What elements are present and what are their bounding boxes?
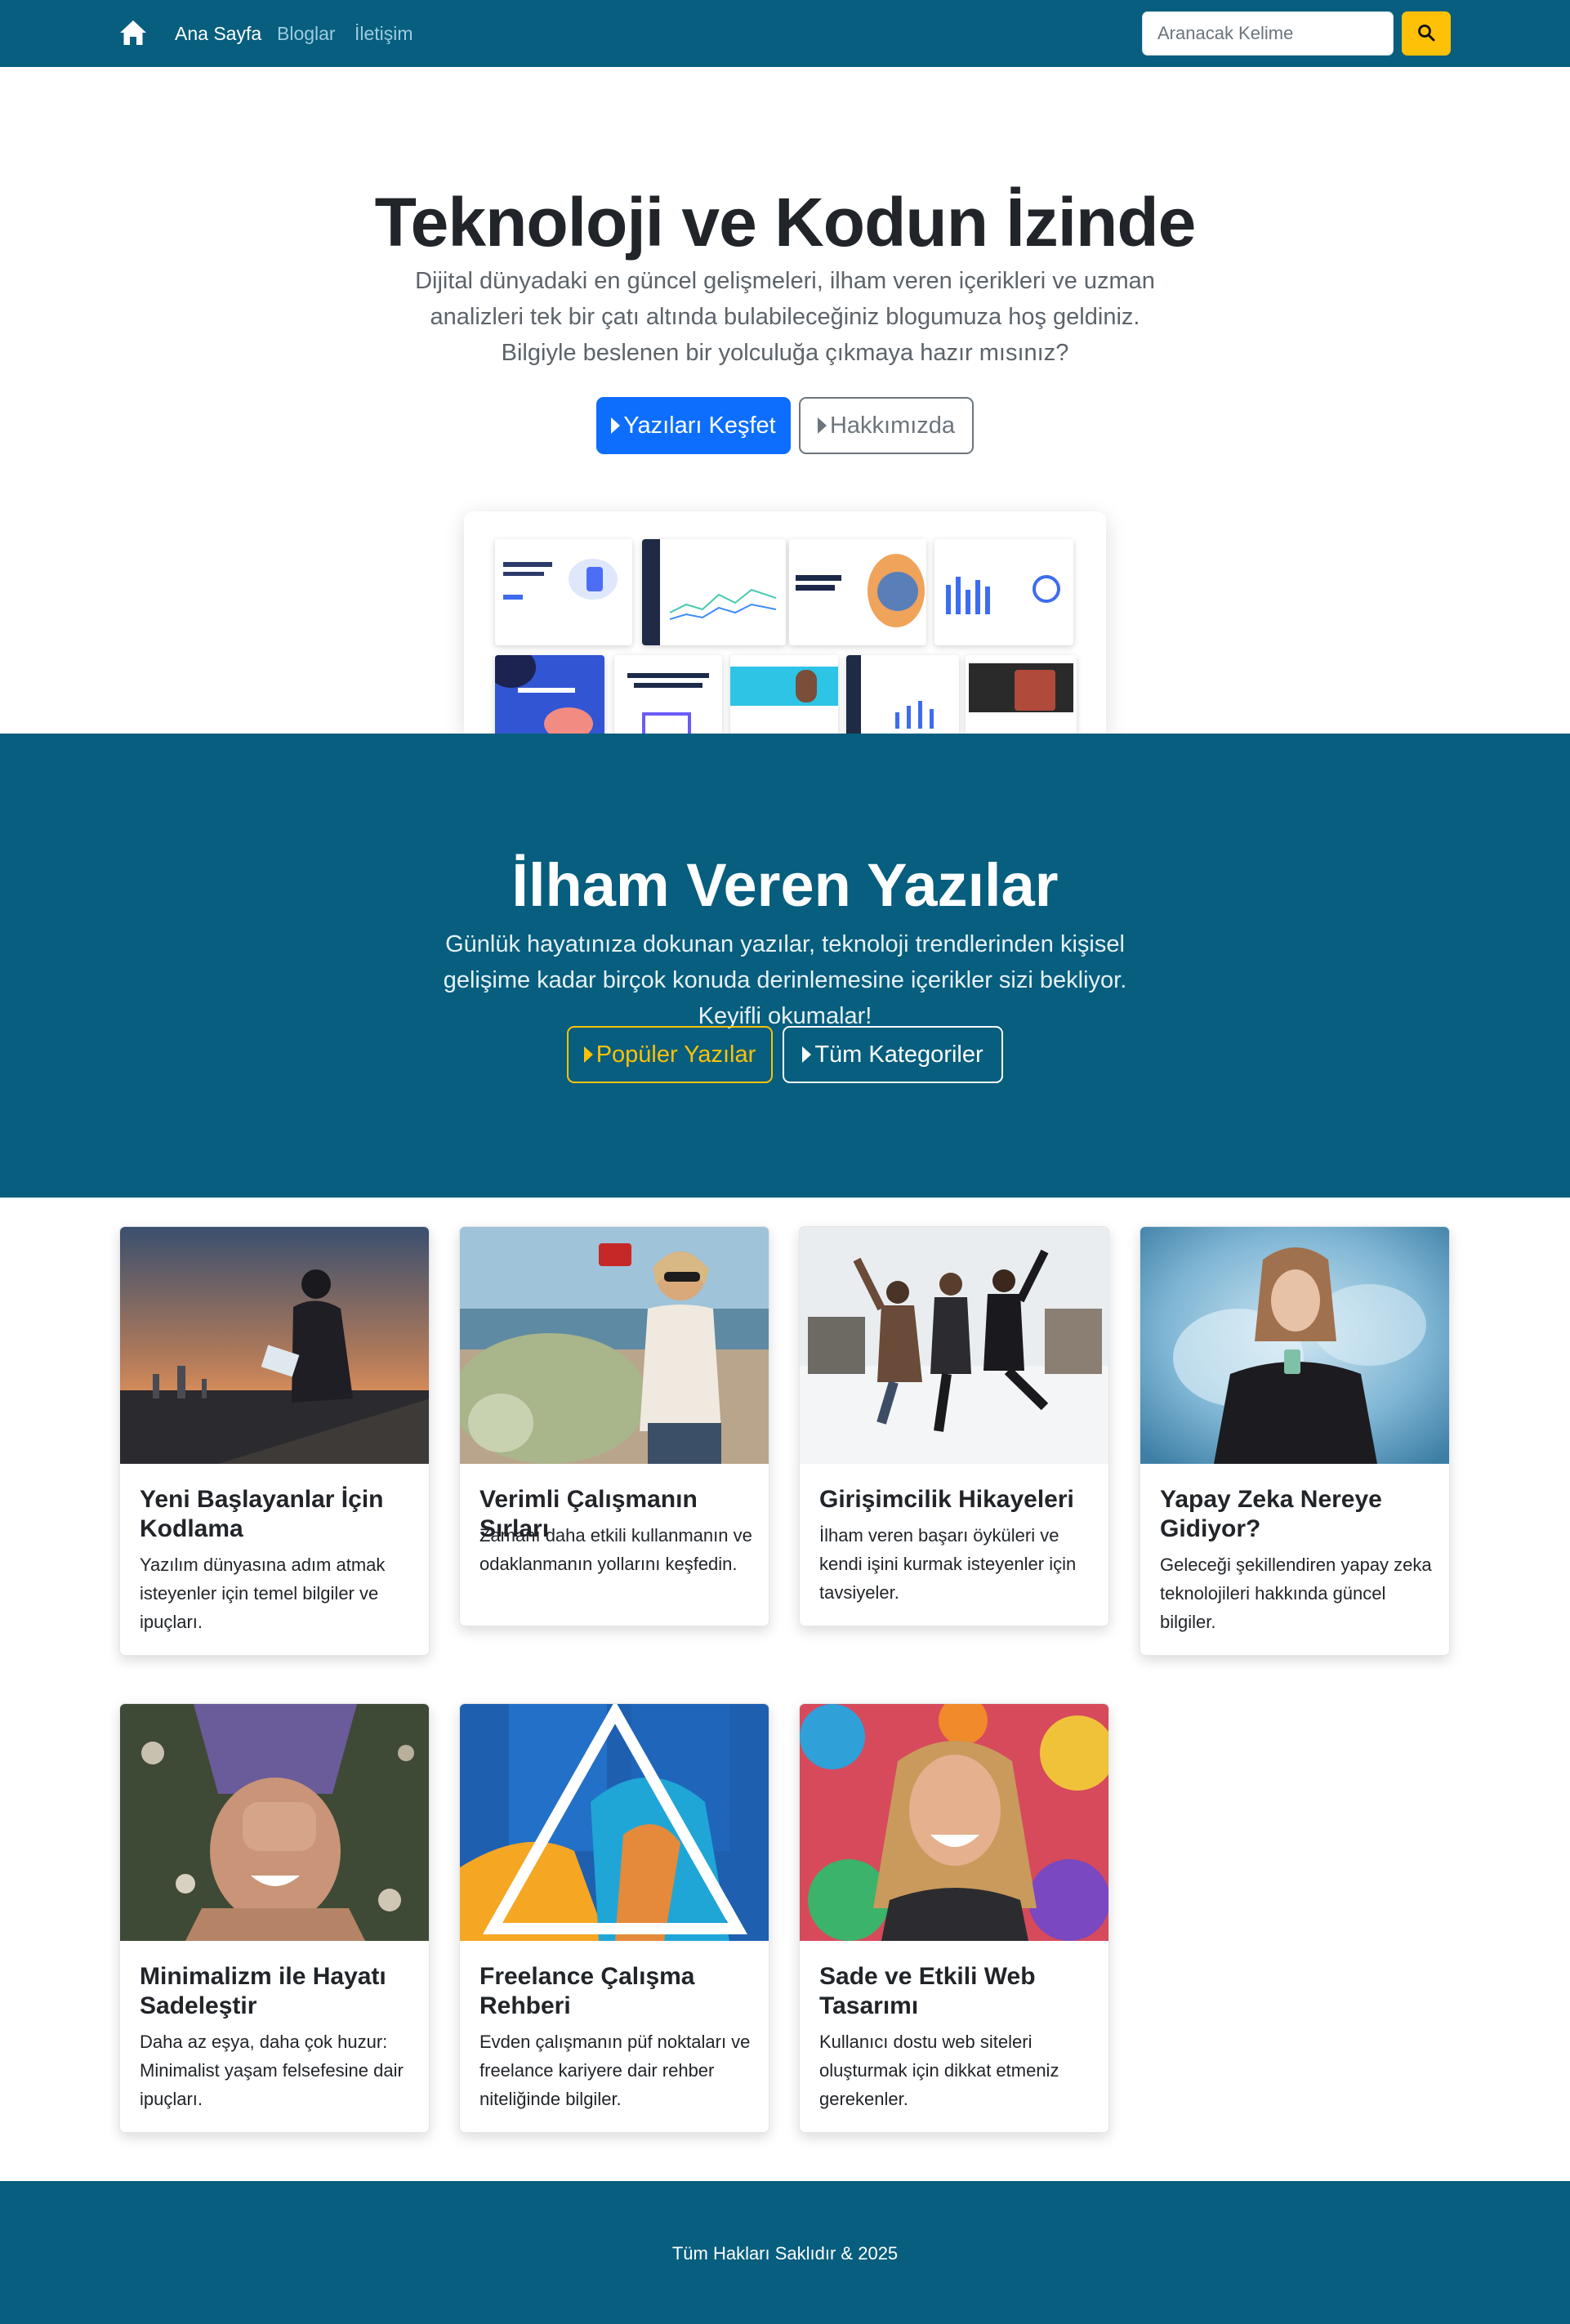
post-image [800,1227,1108,1464]
about-label: Hakkımızda [829,412,956,439]
post-image [800,1704,1108,1941]
mockup-thumbnail [934,539,1073,645]
band-title: İlham Veren Yazılar [511,851,1059,919]
post-excerpt: Geleceği şekillendiren yapay zeka teknol… [1160,1555,1432,1632]
band-lead: Günlük hayatınıza dokunan yazılar, tekno… [443,931,1127,1029]
navbar-container: Ana Sayfa Bloglar İletişim [119,0,1451,67]
mockup-thumbnail [730,655,838,734]
play-icon [802,1046,812,1063]
about-button[interactable]: Hakkımızda [799,397,974,454]
search-input[interactable] [1142,11,1394,56]
explore-posts-button[interactable]: Yazıları Keşfet [596,397,791,454]
home-icon[interactable] [119,20,147,46]
post-excerpt: İlham veren başarı öyküleri ve kendi işi… [819,1525,1077,1603]
hero-preview-image [464,511,1106,734]
post-excerpt: Zamanı daha etkili kullanmanın ve odakla… [479,1525,752,1574]
nav-link-blogs[interactable]: Bloglar [277,22,336,45]
popular-posts-button[interactable]: Popüler Yazılar [567,1026,773,1083]
mockup-thumbnail [614,655,722,734]
search-button[interactable] [1402,11,1451,56]
post-image [460,1227,769,1464]
play-icon [611,417,621,434]
mockup-thumbnail [966,655,1077,734]
mockup-thumbnail [495,539,632,645]
nav-link-contact[interactable]: İletişim [355,22,413,45]
hero-lead: Dijital dünyadaki en güncel gelişmeleri,… [415,268,1155,366]
post-excerpt: Evden çalışmanın püf noktaları ve freela… [479,2032,751,2109]
post-title[interactable]: Minimalizm ile Hayatı Sadeleştir [140,1962,417,2021]
popular-posts-label: Popüler Yazılar [595,1041,756,1068]
post-image [460,1704,769,1941]
post-card[interactable]: Minimalizm ile Hayatı Sadeleştir Daha az… [119,1703,430,2133]
post-excerpt: Yazılım dünyasına adım atmak isteyenler … [140,1555,386,1632]
post-image [120,1227,429,1464]
post-title[interactable]: Yeni Başlayanlar İçin Kodlama [140,1485,417,1544]
post-card[interactable]: Verimli Çalışmanın Sırları Zamanı daha e… [459,1226,769,1626]
post-card[interactable]: Yapay Zeka Nereye Gidiyor? Geleceği şeki… [1140,1226,1450,1656]
play-icon [583,1046,593,1063]
search-icon [1416,23,1436,45]
mockup-thumbnail [789,539,926,645]
post-excerpt: Kullanıcı dostu web siteleri oluşturmak … [819,2032,1059,2109]
post-card[interactable]: Girişimcilik Hikayeleri İlham veren başa… [799,1226,1109,1626]
post-title[interactable]: Sade ve Etkili Web Tasarımı [819,1962,1097,2021]
play-icon [817,417,827,434]
post-excerpt: Daha az eşya, daha çok huzur: Minimalist… [140,2032,404,2109]
footer-copyright: Tüm Hakları Saklıdır & 2025 [671,2243,899,2264]
post-card[interactable]: Freelance Çalışma Rehberi Evden çalışman… [459,1703,769,2133]
post-title[interactable]: Freelance Çalışma Rehberi [479,1962,757,2021]
hero-title: Teknoloji ve Kodun İzinde [374,184,1197,261]
mockup-thumbnail [642,539,786,645]
nav-link-home[interactable]: Ana Sayfa [175,22,261,45]
all-categories-button[interactable]: Tüm Kategoriler [783,1026,1003,1083]
post-card[interactable]: Sade ve Etkili Web Tasarımı Kullanıcı do… [799,1703,1109,2133]
post-title[interactable]: Yapay Zeka Nereye Gidiyor? [1160,1485,1438,1544]
mockup-thumbnail [846,655,959,734]
post-image [1140,1227,1449,1464]
post-title[interactable]: Girişimcilik Hikayeleri [819,1485,1097,1514]
post-card[interactable]: Yeni Başlayanlar İçin Kodlama Yazılım dü… [119,1226,430,1656]
navbar: Ana Sayfa Bloglar İletişim [0,0,1570,67]
all-categories-label: Tüm Kategoriler [814,1041,983,1068]
mockup-thumbnail [495,655,604,734]
explore-posts-label: Yazıları Keşfet [623,412,776,439]
post-image [120,1704,429,1941]
